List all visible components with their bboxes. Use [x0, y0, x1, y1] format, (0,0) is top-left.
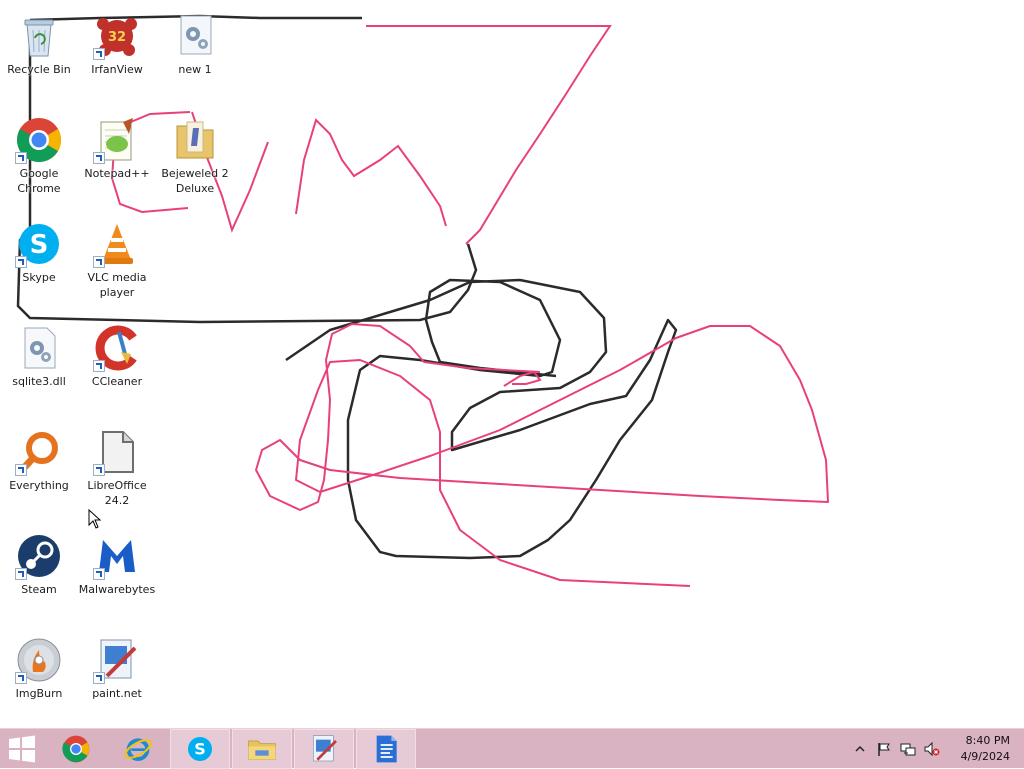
desktop-icon-google-chrome[interactable]: Google Chrome	[0, 110, 78, 202]
shortcut-arrow-icon	[15, 568, 27, 580]
shortcut-arrow-icon	[15, 672, 27, 684]
action-center-flag-icon[interactable]	[876, 741, 892, 757]
shortcut-arrow-icon	[93, 48, 105, 60]
desktop-icon-label: ImgBurn	[15, 687, 63, 700]
libreoffice-writer-icon	[376, 735, 397, 763]
desktop-icon-skype[interactable]: S Skype	[0, 214, 78, 306]
desktop-icon-label: Everything	[9, 479, 69, 492]
taskbar-chrome-button[interactable]	[46, 729, 106, 769]
pink-scribble-loop	[255, 323, 829, 587]
desktop-icon-bejeweled[interactable]: Bejeweled 2 Deluxe	[156, 110, 234, 202]
system-tray: 8:40 PM 4/9/2024	[844, 729, 1024, 769]
shortcut-arrow-icon	[93, 464, 105, 476]
show-hidden-icons-chevron-icon[interactable]	[852, 741, 868, 757]
notepadpp-icon	[93, 116, 141, 164]
desktop-icon-paintnet[interactable]: paint.net	[78, 630, 156, 722]
desktop-icon-notepadpp[interactable]: Notepad++	[78, 110, 156, 202]
recycle-bin-icon	[15, 12, 63, 60]
desktop-icon-label: Skype	[22, 271, 56, 284]
desktop[interactable]: Recycle Bin 32 IrfanView new 1 Google Ch…	[0, 0, 1024, 728]
ccleaner-icon	[93, 324, 141, 372]
vlc-icon	[93, 220, 141, 268]
desktop-icon-label: Recycle Bin	[7, 63, 71, 76]
desktop-icon-libreoffice[interactable]: LibreOffice 24.2	[78, 422, 156, 514]
shortcut-arrow-icon	[93, 568, 105, 580]
shortcut-arrow-icon	[15, 152, 27, 164]
svg-text:S: S	[30, 230, 49, 260]
desktop-icon-label: VLC media player	[87, 271, 147, 299]
desktop-icon-ccleaner[interactable]: CCleaner	[78, 318, 156, 410]
windows-start-icon	[9, 735, 35, 763]
chrome-icon	[15, 116, 63, 164]
paintnet-icon	[313, 735, 337, 762]
desktop-icon-imgburn[interactable]: ImgBurn	[0, 630, 78, 722]
desktop-icon-vlc[interactable]: VLC media player	[78, 214, 156, 306]
desktop-icon-malwarebytes[interactable]: Malwarebytes	[78, 526, 156, 618]
dll-file-icon	[15, 324, 63, 372]
paintnet-icon	[93, 636, 141, 684]
libreoffice-icon	[93, 428, 141, 476]
desktop-icon-label: new 1	[178, 63, 212, 76]
everything-search-icon	[15, 428, 63, 476]
desktop-icon-label: IrfanView	[91, 63, 143, 76]
taskbar-libreoffice-writer-button[interactable]	[356, 729, 416, 769]
taskbar-skype-button[interactable]: S	[170, 729, 230, 769]
svg-text:S: S	[194, 739, 206, 758]
desktop-icon-irfanview[interactable]: 32 IrfanView	[78, 6, 156, 98]
desktop-icon-sqlite3-dll[interactable]: sqlite3.dll	[0, 318, 78, 410]
pink-scribble-m	[295, 118, 447, 227]
taskbar-clock[interactable]: 8:40 PM 4/9/2024	[940, 733, 1010, 765]
desktop-icon-label: LibreOffice 24.2	[87, 479, 147, 507]
desktop-icon-label: Steam	[21, 583, 57, 596]
shortcut-arrow-icon	[93, 256, 105, 268]
desktop-icon-label: CCleaner	[91, 375, 143, 388]
desktop-icon-label: sqlite3.dll	[12, 375, 66, 388]
desktop-icon-everything[interactable]: Everything	[0, 422, 78, 514]
desktop-icon-new-1[interactable]: new 1	[156, 6, 234, 98]
skype-icon: S	[188, 737, 212, 761]
pink-scribble-small	[503, 370, 542, 387]
network-icon[interactable]	[900, 741, 916, 757]
black-scribble-shape	[285, 278, 678, 560]
internet-explorer-icon	[124, 738, 152, 761]
shortcut-arrow-icon	[93, 360, 105, 372]
start-button[interactable]	[0, 729, 44, 769]
taskbar-file-explorer-button[interactable]	[232, 729, 292, 769]
svg-text:32: 32	[108, 30, 126, 45]
steam-icon	[15, 532, 63, 580]
taskbar-paintnet-button[interactable]	[294, 729, 354, 769]
volume-muted-icon[interactable]	[924, 741, 940, 757]
settings-file-icon	[171, 12, 219, 60]
chrome-icon	[62, 735, 90, 763]
malwarebytes-icon	[93, 532, 141, 580]
irfanview-icon: 32	[93, 12, 141, 60]
desktop-icon-label: Malwarebytes	[78, 583, 156, 596]
shortcut-arrow-icon	[93, 152, 105, 164]
shortcut-arrow-icon	[15, 256, 27, 268]
shortcut-arrow-icon	[15, 464, 27, 476]
taskbar: S 8:40 PM 4/9/2024	[0, 728, 1024, 769]
desktop-icon-label: Google Chrome	[17, 167, 61, 195]
taskbar-internet-explorer-button[interactable]	[108, 729, 168, 769]
imgburn-icon	[15, 636, 63, 684]
desktop-icon-recycle-bin[interactable]: Recycle Bin	[0, 6, 78, 98]
desktop-icon-label: Bejeweled 2 Deluxe	[161, 167, 229, 195]
file-explorer-icon	[248, 740, 276, 760]
clock-date: 4/9/2024	[960, 750, 1010, 763]
skype-icon: S	[15, 220, 63, 268]
shortcut-arrow-icon	[93, 672, 105, 684]
mouse-cursor-icon	[88, 509, 102, 529]
desktop-icon-label: Notepad++	[84, 167, 150, 180]
pink-scribble-z	[366, 25, 612, 245]
clock-time: 8:40 PM	[965, 734, 1010, 747]
desktop-icon-steam[interactable]: Steam	[0, 526, 78, 618]
folder-icon	[171, 116, 219, 164]
desktop-icon-label: paint.net	[92, 687, 142, 700]
